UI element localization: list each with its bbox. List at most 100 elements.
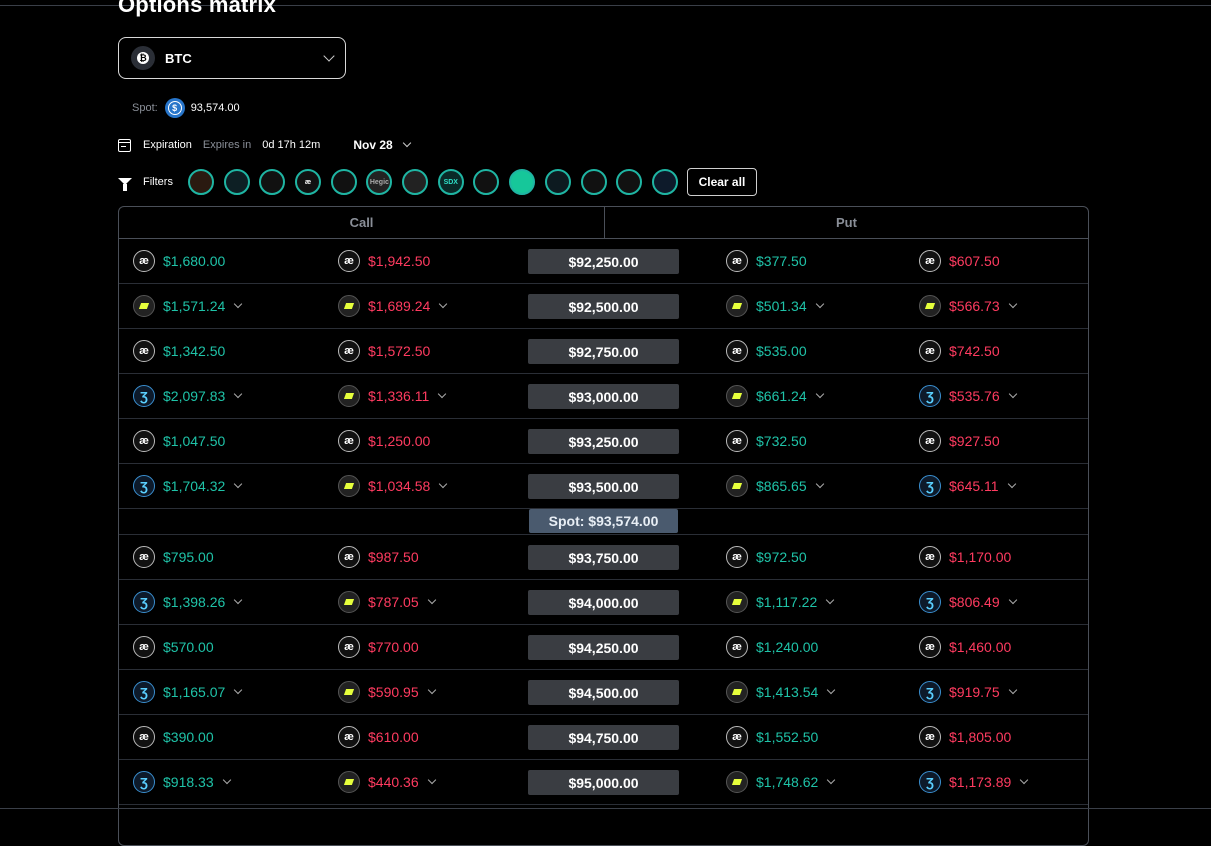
put-sell-price[interactable]: $927.50 — [919, 419, 1000, 463]
put-buy-price[interactable]: $972.50 — [726, 535, 807, 579]
chevron-down-icon[interactable] — [222, 775, 231, 785]
call-sell-price[interactable]: $787.05 — [338, 580, 436, 624]
call-sell-price[interactable]: $440.36 — [338, 760, 436, 804]
price-value: $1,572.50 — [368, 343, 431, 359]
chevron-down-icon[interactable] — [234, 299, 243, 309]
clear-all-button[interactable]: Clear all — [686, 168, 758, 196]
put-buy-price[interactable]: $1,413.54 — [726, 670, 836, 714]
put-sell-price[interactable]: $645.11 — [919, 464, 1016, 508]
put-sell-price[interactable]: $1,460.00 — [919, 625, 1011, 669]
put-buy-price[interactable]: $535.00 — [726, 329, 807, 373]
put-sell-price[interactable]: $742.50 — [919, 329, 1000, 373]
call-buy-price[interactable]: $390.00 — [133, 715, 214, 759]
chevron-down-icon[interactable] — [427, 775, 436, 785]
protocol-icon — [338, 430, 360, 452]
call-sell-price[interactable]: $1,572.50 — [338, 329, 430, 373]
protocol-filter-chip[interactable]: SDX — [437, 169, 464, 195]
protocol-icon — [133, 340, 155, 362]
call-sell-price[interactable]: $1,034.58 — [338, 464, 448, 508]
put-buy-price[interactable]: $865.65 — [726, 464, 824, 508]
put-sell-price[interactable]: $607.50 — [919, 239, 1000, 283]
call-buy-price[interactable]: $1,165.07 — [133, 670, 243, 714]
chevron-down-icon[interactable] — [815, 299, 824, 309]
chevron-down-icon[interactable] — [439, 479, 448, 489]
chevron-down-icon[interactable] — [827, 685, 836, 695]
put-sell-price[interactable]: $1,170.00 — [919, 535, 1011, 579]
call-buy-price[interactable]: $1,571.24 — [133, 284, 243, 328]
asset-label: BTC — [165, 50, 192, 66]
protocol-filter-chip[interactable] — [580, 169, 607, 195]
put-sell-price[interactable]: $1,805.00 — [919, 715, 1011, 759]
chevron-down-icon[interactable] — [234, 479, 243, 489]
put-sell-price[interactable]: $806.49 — [919, 580, 1017, 624]
chevron-down-icon[interactable] — [234, 389, 243, 399]
call-buy-price[interactable]: $2,097.83 — [133, 374, 243, 418]
call-buy-price[interactable]: $1,398.26 — [133, 580, 243, 624]
put-sell-price[interactable]: $535.76 — [919, 374, 1017, 418]
chevron-down-icon[interactable] — [234, 595, 243, 605]
protocol-filter-chip[interactable] — [402, 169, 429, 195]
put-sell-price[interactable]: $566.73 — [919, 284, 1017, 328]
chevron-down-icon[interactable] — [402, 138, 411, 148]
put-sell-price[interactable]: $1,173.89 — [919, 760, 1029, 804]
chevron-down-icon[interactable] — [1008, 595, 1017, 605]
call-buy-price[interactable]: $795.00 — [133, 535, 214, 579]
expiration-date-select[interactable]: Nov 28 — [353, 138, 392, 152]
put-sell-price[interactable]: $919.75 — [919, 670, 1017, 714]
chevron-down-icon[interactable] — [1008, 685, 1017, 695]
chevron-down-icon[interactable] — [1008, 389, 1017, 399]
protocol-icon — [726, 430, 748, 452]
protocol-icon — [726, 385, 748, 407]
price-value: $1,680.00 — [163, 253, 226, 269]
price-value: $501.34 — [756, 298, 807, 314]
call-sell-price[interactable]: $1,336.11 — [338, 374, 447, 418]
put-buy-price[interactable]: $501.34 — [726, 284, 824, 328]
strike-price: $93,000.00 — [528, 384, 679, 409]
chevron-down-icon[interactable] — [815, 389, 824, 399]
protocol-filter-chip[interactable] — [223, 169, 250, 195]
chevron-down-icon[interactable] — [438, 389, 447, 399]
call-sell-price[interactable]: $590.95 — [338, 670, 436, 714]
protocol-filter-chip[interactable] — [330, 169, 357, 195]
chevron-down-icon[interactable] — [1007, 479, 1016, 489]
chevron-down-icon[interactable] — [826, 595, 835, 605]
protocol-filter-chip[interactable] — [616, 169, 643, 195]
call-sell-price[interactable]: $1,689.24 — [338, 284, 448, 328]
call-sell-price[interactable]: $610.00 — [338, 715, 419, 759]
put-buy-price[interactable]: $1,117.22 — [726, 580, 835, 624]
put-buy-price[interactable]: $1,240.00 — [726, 625, 818, 669]
protocol-filter-chip[interactable] — [544, 169, 571, 195]
protocol-filter-chip[interactable]: Hegic — [366, 169, 393, 195]
protocol-filter-chip[interactable] — [509, 169, 536, 195]
call-buy-price[interactable]: $918.33 — [133, 760, 231, 804]
call-sell-price[interactable]: $1,942.50 — [338, 239, 430, 283]
chevron-down-icon[interactable] — [234, 685, 243, 695]
call-buy-price[interactable]: $1,704.32 — [133, 464, 243, 508]
call-sell-price[interactable]: $770.00 — [338, 625, 419, 669]
protocol-filter-chip[interactable] — [187, 169, 214, 195]
chevron-down-icon[interactable] — [1020, 775, 1029, 785]
chevron-down-icon[interactable] — [427, 595, 436, 605]
asset-dropdown[interactable]: ₿ BTC — [118, 37, 346, 79]
put-buy-price[interactable]: $1,552.50 — [726, 715, 818, 759]
call-sell-price[interactable]: $1,250.00 — [338, 419, 430, 463]
chevron-down-icon[interactable] — [827, 775, 836, 785]
chevron-down-icon[interactable] — [1008, 299, 1017, 309]
put-buy-price[interactable]: $732.50 — [726, 419, 807, 463]
call-buy-price[interactable]: $570.00 — [133, 625, 214, 669]
chevron-down-icon[interactable] — [815, 479, 824, 489]
put-buy-price[interactable]: $1,748.62 — [726, 760, 836, 804]
protocol-filter-chip[interactable] — [473, 169, 500, 195]
call-buy-price[interactable]: $1,680.00 — [133, 239, 225, 283]
protocol-filter-chip[interactable]: æ — [295, 169, 322, 195]
put-buy-price[interactable]: $377.50 — [726, 239, 807, 283]
protocol-filter-chip[interactable] — [651, 169, 678, 195]
chevron-down-icon[interactable] — [439, 299, 448, 309]
call-sell-price[interactable]: $987.50 — [338, 535, 419, 579]
call-buy-price[interactable]: $1,047.50 — [133, 419, 225, 463]
put-buy-price[interactable]: $661.24 — [726, 374, 824, 418]
call-buy-price[interactable]: $1,342.50 — [133, 329, 225, 373]
protocol-icon — [133, 591, 155, 613]
chevron-down-icon[interactable] — [427, 685, 436, 695]
protocol-filter-chip[interactable] — [259, 169, 286, 195]
